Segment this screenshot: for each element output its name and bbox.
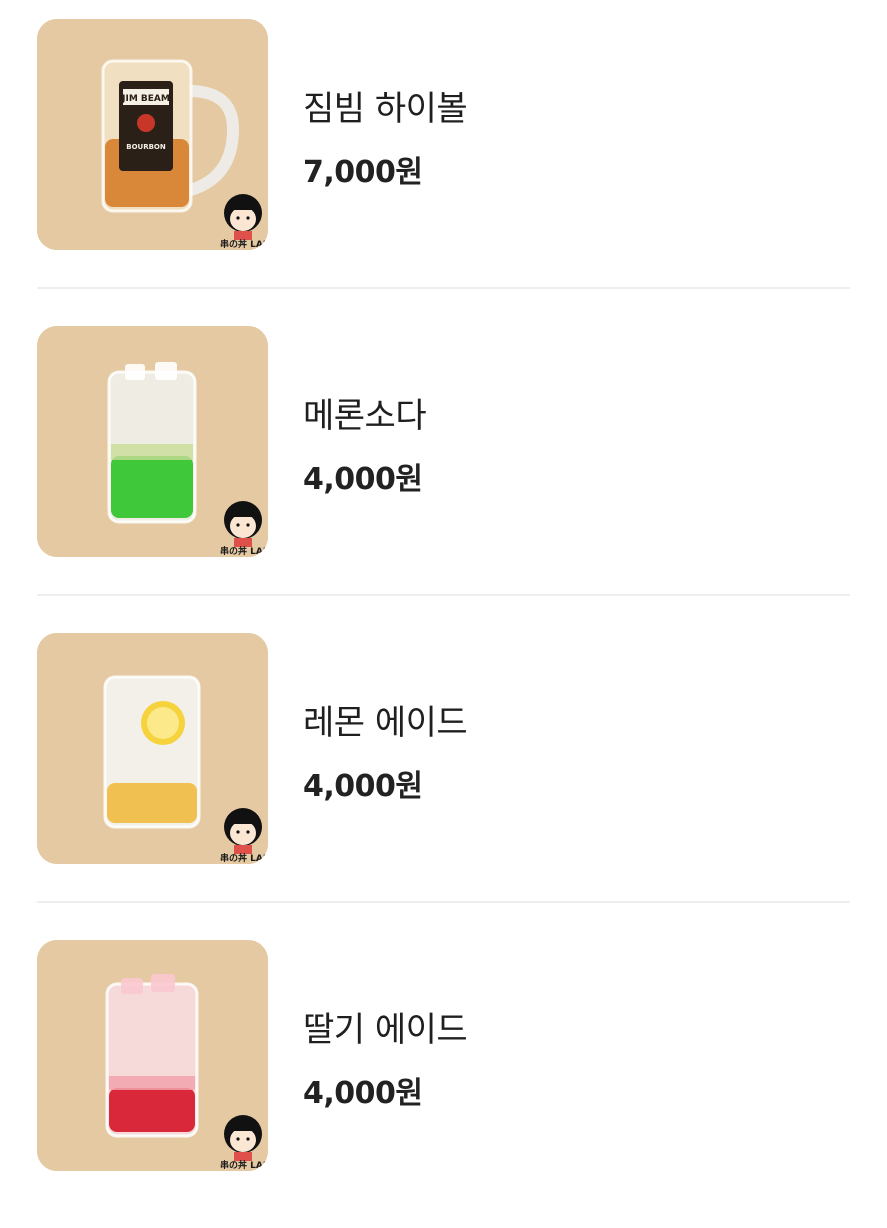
- menu-item-name: 레몬 에이드: [303, 703, 468, 743]
- menu-item-melon-soda[interactable]: 串の丼 LAB 메론소다 4,000원: [0, 307, 887, 614]
- menu-item-name: 짐빔 하이볼: [303, 89, 468, 129]
- drink-photo-lemon-ade: 串の丼 LAB: [37, 633, 268, 864]
- menu-item-lemon-ade[interactable]: 串の丼 LAB 레몬 에이드 4,000원: [0, 614, 887, 921]
- drink-photo-melon-soda: 串の丼 LAB: [37, 326, 268, 557]
- menu-item-price: 4,000원: [303, 769, 423, 804]
- divider: [37, 594, 850, 596]
- divider: [37, 287, 850, 289]
- mascot-logo-text: 串の丼 LAB: [220, 852, 268, 864]
- menu-item-name: 메론소다: [303, 396, 427, 436]
- menu-list: JIM BEAM BOURBON 串の丼 LAB 짐빔 하이볼 7,000원 串…: [0, 0, 887, 1182]
- bottle-label-line1: JIM BEAM: [121, 94, 170, 104]
- mascot-logo-text: 串の丼 LAB: [220, 545, 268, 557]
- menu-item-price: 7,000원: [303, 155, 423, 190]
- drink-photo-jim-beam-highball: JIM BEAM BOURBON 串の丼 LAB: [37, 19, 268, 250]
- menu-item-name: 딸기 에이드: [303, 1010, 468, 1050]
- drink-photo-strawberry-ade: 串の丼 LAB: [37, 940, 268, 1171]
- divider: [37, 901, 850, 903]
- bottle-label-line2: BOURBON: [126, 143, 166, 151]
- menu-item-jim-beam-highball[interactable]: JIM BEAM BOURBON 串の丼 LAB 짐빔 하이볼 7,000원: [0, 0, 887, 307]
- menu-item-price: 4,000원: [303, 1076, 423, 1111]
- mascot-logo-text: 串の丼 LAB: [220, 1159, 268, 1171]
- mascot-logo-text: 串の丼 LAB: [220, 238, 268, 250]
- menu-item-price: 4,000원: [303, 462, 423, 497]
